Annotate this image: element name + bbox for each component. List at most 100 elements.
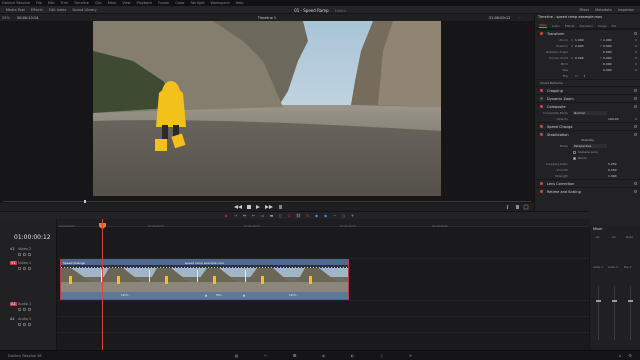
- menu-clip[interactable]: Clip: [95, 1, 102, 5]
- yaw-field[interactable]: 0.000: [603, 68, 612, 72]
- tab-audio[interactable]: Audio: [552, 24, 560, 28]
- lane-v2[interactable]: [57, 227, 589, 259]
- media-page-icon[interactable]: ▦: [222, 353, 251, 358]
- reset-icon[interactable]: [635, 39, 637, 41]
- zoom-in-icon[interactable]: +: [348, 213, 357, 218]
- speed-label[interactable]: 100%: [121, 294, 128, 297]
- viewer-options-icon[interactable]: ⋯: [518, 16, 522, 20]
- pitch-field[interactable]: 0.000: [603, 62, 612, 66]
- section-speed-change[interactable]: Speed Change: [535, 122, 640, 130]
- composite-mode-select[interactable]: Normal: [573, 111, 607, 115]
- selection-tool-icon[interactable]: ▸: [222, 213, 231, 218]
- section-lens-correction[interactable]: Lens Correction: [535, 179, 640, 187]
- flag-icon[interactable]: ◆: [312, 213, 321, 218]
- reset-icon[interactable]: [634, 133, 637, 136]
- tab-video[interactable]: Video: [539, 23, 547, 28]
- section-enable-icon[interactable]: [540, 190, 543, 193]
- replace-clip-icon[interactable]: ▯: [276, 213, 285, 218]
- marker-icon[interactable]: ◆: [321, 213, 330, 218]
- menu-edit[interactable]: Edit: [48, 1, 55, 5]
- home-icon[interactable]: ⌂: [619, 353, 622, 358]
- inspector-button[interactable]: Inspector: [618, 8, 634, 12]
- speed-label[interactable]: 100%: [289, 294, 296, 297]
- deliver-page-icon[interactable]: ➤: [396, 353, 425, 358]
- zoom-out-icon[interactable]: −: [330, 213, 339, 218]
- mixer-button[interactable]: Mixer: [580, 8, 590, 12]
- mute-icon[interactable]: [28, 323, 31, 326]
- cut-page-icon[interactable]: ✂: [251, 353, 280, 358]
- fusion-page-icon[interactable]: ◈: [309, 353, 338, 358]
- menu-fairlight[interactable]: Fairlight: [190, 1, 204, 5]
- strength-field[interactable]: 1.000: [608, 174, 617, 178]
- blade-tool-icon[interactable]: ✂: [249, 213, 258, 218]
- stab-zoom-checkbox[interactable]: [573, 156, 576, 160]
- reset-icon[interactable]: [635, 51, 637, 53]
- reset-icon[interactable]: [635, 63, 637, 65]
- reset-icon[interactable]: [635, 57, 637, 59]
- zoom-y-field[interactable]: 1.000: [603, 38, 612, 42]
- rotation-field[interactable]: 0.000: [603, 50, 612, 54]
- speed-point-icon[interactable]: ▲: [243, 294, 245, 297]
- tab-image[interactable]: Image: [598, 24, 607, 28]
- position-y-field[interactable]: 0.000: [603, 44, 612, 48]
- section-enable-icon[interactable]: [540, 182, 543, 185]
- reset-icon[interactable]: [634, 125, 637, 128]
- auto-select-icon[interactable]: [23, 253, 26, 256]
- fader-bus1[interactable]: [628, 300, 633, 302]
- menu-workspace[interactable]: Workspace: [211, 1, 230, 5]
- playhead[interactable]: [102, 219, 103, 350]
- lock-icon[interactable]: [18, 308, 21, 311]
- fader-a2[interactable]: [612, 300, 617, 302]
- reset-icon[interactable]: [635, 69, 637, 71]
- color-page-icon[interactable]: ◐: [338, 353, 367, 358]
- reset-icon[interactable]: [634, 182, 637, 185]
- viewer[interactable]: [0, 21, 534, 200]
- reset-icon[interactable]: [634, 190, 637, 193]
- section-enable-icon[interactable]: [540, 105, 543, 108]
- opacity-field[interactable]: 100.00: [608, 117, 619, 121]
- lane-a1[interactable]: [57, 301, 589, 317]
- tab-file[interactable]: File: [612, 24, 617, 28]
- tab-effects[interactable]: Effects: [565, 24, 575, 28]
- reset-icon[interactable]: [635, 118, 637, 120]
- flip-horizontal-icon[interactable]: ⇔: [575, 74, 578, 78]
- reset-icon[interactable]: [634, 97, 637, 100]
- speed-label[interactable]: 50%: [216, 294, 222, 297]
- anchor-y-field[interactable]: 0.000: [603, 56, 612, 60]
- reset-icon[interactable]: [634, 32, 637, 35]
- section-enable-icon[interactable]: [540, 133, 543, 136]
- smooth-field[interactable]: 0.250: [608, 168, 617, 172]
- timeline-ruler[interactable]: 01:00:00:00 01:00:05:00 01:00:10:00 01:0…: [57, 219, 589, 228]
- section-composite[interactable]: Composite: [535, 102, 640, 110]
- lock-icon[interactable]: [18, 267, 21, 270]
- menu-help[interactable]: Help: [236, 1, 244, 5]
- section-enable-icon[interactable]: [540, 97, 543, 100]
- lock-icon[interactable]: [18, 323, 21, 326]
- reset-icon[interactable]: [634, 105, 637, 108]
- menu-mark[interactable]: Mark: [108, 1, 117, 5]
- mute-icon[interactable]: [28, 308, 31, 311]
- menu-color[interactable]: Color: [175, 1, 184, 5]
- cropping-ratio-field[interactable]: 0.250: [608, 162, 617, 166]
- menu-playback[interactable]: Playback: [137, 1, 153, 5]
- position-x-field[interactable]: 0.000: [575, 44, 584, 48]
- metadata-button[interactable]: Metadata: [595, 8, 612, 12]
- section-retime-scaling[interactable]: Retime and Scaling: [535, 187, 640, 195]
- section-stabilization[interactable]: Stabilization: [535, 130, 640, 138]
- reset-icon[interactable]: [634, 89, 637, 92]
- overwrite-clip-icon[interactable]: ▬: [267, 213, 276, 218]
- section-transform[interactable]: Transform: [535, 29, 640, 37]
- speed-point-icon[interactable]: ▲: [205, 294, 207, 297]
- flip-vertical-icon[interactable]: ⇕: [583, 74, 586, 78]
- section-cropping[interactable]: Cropping: [535, 86, 640, 94]
- menu-app[interactable]: DaVinci Resolve: [2, 1, 30, 5]
- video-clip[interactable]: Speed Change speed ramp example.mov 100%…: [60, 259, 349, 300]
- menu-file[interactable]: File: [36, 1, 42, 5]
- camera-lock-checkbox[interactable]: [573, 150, 576, 154]
- fader-a1[interactable]: [596, 300, 601, 302]
- linked-selection-icon[interactable]: ⛓: [294, 213, 303, 218]
- timeline-area[interactable]: 01:00:00:00 01:00:05:00 01:00:10:00 01:0…: [57, 219, 589, 350]
- auto-select-icon[interactable]: [23, 267, 26, 270]
- dynamic-trim-icon[interactable]: ⇹: [240, 213, 249, 218]
- timeline-timecode[interactable]: 01:00:00:12: [14, 234, 51, 241]
